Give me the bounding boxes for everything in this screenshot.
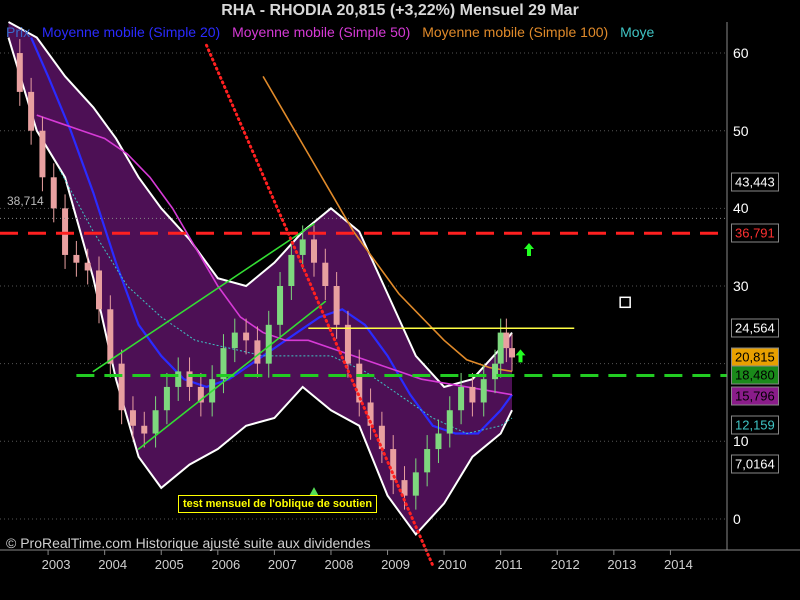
candle-body xyxy=(96,270,103,310)
candle-body xyxy=(254,340,261,364)
candle-body xyxy=(446,410,453,434)
candle-body xyxy=(163,386,170,411)
legend-sma100[interactable]: Moyenne mobile (Simple 100) xyxy=(422,24,608,40)
candle-body xyxy=(509,348,516,358)
y-tick-label: 10 xyxy=(733,433,749,450)
x-tick-label: 2008 xyxy=(324,557,354,572)
candle-body xyxy=(141,425,148,434)
x-tick-label: 2011 xyxy=(494,557,523,572)
x-tick-label: 2005 xyxy=(154,557,184,572)
candle-body xyxy=(107,309,114,364)
candle-body xyxy=(322,262,329,286)
candle-body xyxy=(84,262,91,271)
x-tick-label: 2006 xyxy=(211,557,241,572)
price-label: 12,159 xyxy=(731,415,779,435)
candle-body xyxy=(231,332,238,349)
candle-body xyxy=(118,363,125,411)
candle-body xyxy=(344,324,351,364)
candle-body xyxy=(497,332,504,364)
chart-title: RHA - RHODIA 20,815 (+3,22%) Mensuel 29 … xyxy=(221,2,579,19)
candle-body xyxy=(175,371,182,387)
y-tick-label: 60 xyxy=(733,45,749,62)
candle-body xyxy=(186,371,193,387)
arrow-up-icon xyxy=(515,349,526,363)
band-fill xyxy=(8,22,513,535)
legend-sma20[interactable]: Moyenne mobile (Simple 20) xyxy=(42,24,220,40)
candle-body xyxy=(152,410,159,434)
price-label: 18,480 xyxy=(731,365,779,385)
x-tick-label: 2009 xyxy=(381,557,410,572)
x-tick-label: 2010 xyxy=(437,557,467,572)
price-label: 7,0164 xyxy=(731,454,779,474)
candle-body xyxy=(333,286,340,325)
indicator-legend: Prix Moyenne mobile (Simple 20) Moyenne … xyxy=(6,24,800,40)
x-tick-label: 2014 xyxy=(663,557,693,572)
candle-body xyxy=(412,472,419,496)
copyright-footer: © ProRealTime.com Historique ajusté suit… xyxy=(6,535,371,551)
y-tick-label: 40 xyxy=(733,200,749,217)
candle-body xyxy=(73,254,80,263)
candle-body xyxy=(310,239,317,263)
legend-more[interactable]: Moye xyxy=(620,24,654,40)
price-label: 15,796 xyxy=(731,386,779,406)
y-tick-label: 30 xyxy=(733,278,749,294)
price-chart[interactable] xyxy=(0,0,800,600)
candle-body xyxy=(50,177,57,209)
y-tick-label: 0 xyxy=(733,510,741,527)
x-tick-label: 2003 xyxy=(41,557,71,572)
candle-body xyxy=(288,254,295,286)
candle-body xyxy=(16,53,23,92)
candle-body xyxy=(62,208,69,255)
price-label: 24,564 xyxy=(731,318,779,338)
candle-body xyxy=(458,386,465,411)
x-tick-label: 2007 xyxy=(267,557,297,572)
candle-body xyxy=(299,239,306,255)
x-tick-label: 2004 xyxy=(98,557,128,572)
x-tick-label: 2012 xyxy=(550,557,580,572)
annotation-box[interactable]: test mensuel de l'oblique de soutien xyxy=(178,495,378,513)
candle-body xyxy=(39,130,46,178)
candle-body xyxy=(435,433,442,450)
candle-body xyxy=(424,449,431,473)
candle-body xyxy=(243,332,250,341)
price-label: 36,791 xyxy=(731,223,779,243)
legend-price[interactable]: Prix xyxy=(6,24,30,40)
candle-body xyxy=(129,410,136,426)
legend-sma50[interactable]: Moyenne mobile (Simple 50) xyxy=(232,24,410,40)
price-label: 43,443 xyxy=(731,172,779,192)
candle-body xyxy=(480,379,487,403)
price-label: 20,815 xyxy=(731,347,779,367)
h-level-label: 38,714 xyxy=(7,194,44,208)
x-tick-label: 2013 xyxy=(607,557,637,572)
candle-body xyxy=(469,386,476,403)
candle-body xyxy=(503,332,510,349)
candle-body xyxy=(356,363,363,403)
chart-window: RHA - RHODIA 20,815 (+3,22%) Mensuel 29 … xyxy=(0,0,800,600)
arrow-up-icon xyxy=(523,243,534,257)
y-tick-label: 50 xyxy=(733,122,749,139)
square-marker-icon xyxy=(619,296,631,309)
candle-body xyxy=(28,91,35,131)
candle-body xyxy=(277,286,284,325)
